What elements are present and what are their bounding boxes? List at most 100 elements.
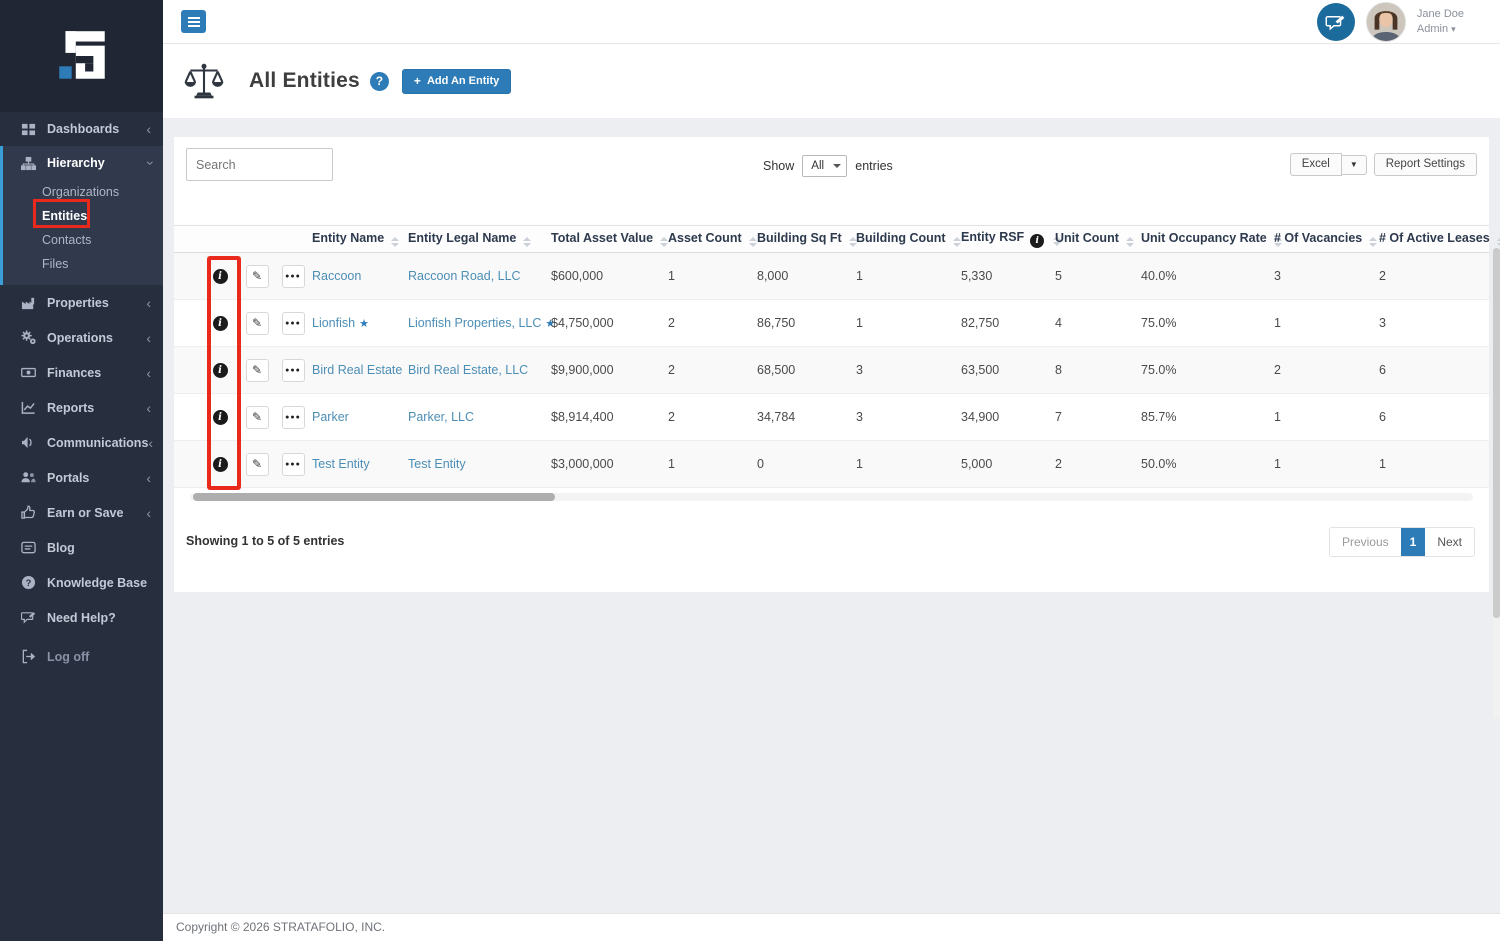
pencil-icon: ✎: [252, 269, 262, 283]
user-menu[interactable]: Jane Doe Admin ▾: [1417, 7, 1464, 37]
entity-more-button[interactable]: ●●●: [282, 406, 305, 429]
sidebar-item-label: Need Help?: [47, 611, 116, 625]
column-header-entity-legal-name[interactable]: Entity Legal Name: [408, 226, 551, 253]
column-header-entity-name[interactable]: Entity Name: [312, 226, 408, 253]
avatar-photo: [1367, 3, 1405, 41]
entity-info-button[interactable]: i: [213, 269, 228, 284]
previous-page-button[interactable]: Previous: [1330, 528, 1401, 556]
column-header-building-sq-ft[interactable]: Building Sq Ft: [757, 226, 856, 253]
active-leases-cell: 1: [1379, 441, 1489, 488]
unit-count-cell: 4: [1055, 300, 1141, 347]
total-asset-value-cell: $8,914,400: [551, 394, 668, 441]
entity-name-link[interactable]: Test Entity: [312, 457, 370, 471]
entity-name-link[interactable]: Lionfish: [312, 316, 355, 330]
current-page-button[interactable]: 1: [1401, 528, 1426, 556]
sidebar-item-knowledge-base[interactable]: ? Knowledge Base: [0, 565, 163, 600]
excel-dropdown-button[interactable]: ▼: [1341, 155, 1367, 175]
sidebar-item-reports[interactable]: Reports ‹: [0, 390, 163, 425]
sidebar-toggle-button[interactable]: [181, 10, 206, 33]
page-header: All Entities ? + Add An Entity: [163, 44, 1500, 118]
info-icon[interactable]: i: [1030, 234, 1044, 248]
entity-legal-name-link[interactable]: Bird Real Estate, LLC: [408, 363, 528, 377]
entity-edit-button[interactable]: ✎: [246, 453, 269, 476]
sidebar-item-files[interactable]: Files: [3, 252, 163, 276]
user-avatar[interactable]: [1366, 2, 1406, 42]
unit-occupancy-rate-cell: 85.7%: [1141, 394, 1274, 441]
entity-more-button[interactable]: ●●●: [282, 265, 305, 288]
sidebar-item-organizations[interactable]: Organizations: [3, 180, 163, 204]
entity-more-button[interactable]: ●●●: [282, 312, 305, 335]
help-icon[interactable]: ?: [370, 72, 389, 91]
sidebar-item-label: Log off: [47, 650, 89, 664]
column-header-unit-occupancy-rate[interactable]: Unit Occupancy Rate: [1141, 226, 1274, 253]
feedback-chat-button[interactable]: [1317, 3, 1355, 41]
asset-count-cell: 1: [668, 253, 757, 300]
chevron-left-icon: ‹: [146, 366, 151, 380]
asset-count-cell: 2: [668, 347, 757, 394]
app-logo[interactable]: [0, 0, 163, 112]
entity-name-link[interactable]: Parker: [312, 410, 349, 424]
vertical-scrollbar[interactable]: [1493, 248, 1500, 618]
sidebar-item-blog[interactable]: Blog: [0, 530, 163, 565]
entity-info-button[interactable]: i: [213, 457, 228, 472]
earn-or-save-icon: [20, 505, 37, 520]
next-page-button[interactable]: Next: [1425, 528, 1474, 556]
column-header-entity-rsf[interactable]: Entity RSFi: [961, 226, 1055, 253]
add-entity-button[interactable]: + Add An Entity: [402, 69, 511, 94]
column-header-building-count[interactable]: Building Count: [856, 226, 961, 253]
entity-edit-button[interactable]: ✎: [246, 406, 269, 429]
ellipsis-icon: ●●●: [285, 414, 301, 421]
stratafolio-logo-icon: [50, 25, 114, 87]
pencil-icon: ✎: [252, 410, 262, 424]
sidebar-item-label: Knowledge Base: [47, 576, 147, 590]
horizontal-scrollbar[interactable]: [193, 493, 555, 501]
sidebar-item-portals[interactable]: Portals ‹: [0, 460, 163, 495]
entity-name-link[interactable]: Bird Real Estate: [312, 363, 402, 377]
sidebar-item-finances[interactable]: Finances ‹: [0, 355, 163, 390]
sidebar-item-label: Earn or Save: [47, 506, 123, 520]
sidebar-item-earn-or-save[interactable]: Earn or Save ‹: [0, 495, 163, 530]
sidebar-group-hierarchy: Hierarchy ‹ Organizations Entities Conta…: [0, 146, 163, 285]
entity-more-button[interactable]: ●●●: [282, 359, 305, 382]
sub-item-label: Files: [42, 257, 68, 271]
sidebar-item-need-help[interactable]: Need Help?: [0, 600, 163, 635]
chevron-left-icon: ‹: [146, 506, 151, 520]
entity-legal-name-link[interactable]: Lionfish Properties, LLC: [408, 316, 541, 330]
sidebar-item-log-off[interactable]: Log off: [0, 639, 163, 674]
entity-legal-name-link[interactable]: Test Entity: [408, 457, 466, 471]
asset-count-cell: 1: [668, 441, 757, 488]
vertical-scrollbar-track[interactable]: [1493, 248, 1500, 718]
report-settings-button[interactable]: Report Settings: [1374, 153, 1477, 176]
column-header-total-asset-value[interactable]: Total Asset Value: [551, 226, 668, 253]
column-header-vacancies[interactable]: # Of Vacancies: [1274, 226, 1379, 253]
entity-edit-button[interactable]: ✎: [246, 312, 269, 335]
search-input[interactable]: [186, 148, 333, 181]
sidebar-item-hierarchy[interactable]: Hierarchy ‹: [3, 146, 163, 180]
entity-info-button[interactable]: i: [213, 363, 228, 378]
entity-edit-button[interactable]: ✎: [246, 359, 269, 382]
entity-more-button[interactable]: ●●●: [282, 453, 305, 476]
show-entries-select[interactable]: All: [802, 155, 847, 177]
entity-legal-name-link[interactable]: Raccoon Road, LLC: [408, 269, 521, 283]
entity-info-button[interactable]: i: [213, 410, 228, 425]
sidebar-item-dashboards[interactable]: Dashboards ‹: [0, 112, 163, 146]
entity-name-link[interactable]: Raccoon: [312, 269, 361, 283]
sidebar-item-operations[interactable]: Operations ‹: [0, 320, 163, 355]
column-header-unit-count[interactable]: Unit Count: [1055, 226, 1141, 253]
sidebar-item-contacts[interactable]: Contacts: [3, 228, 163, 252]
log-off-icon: [20, 649, 37, 664]
total-asset-value-cell: $9,900,000: [551, 347, 668, 394]
chevron-down-icon: ▾: [1451, 24, 1456, 34]
column-header-active-leases[interactable]: # Of Active Leases: [1379, 226, 1489, 253]
sidebar-item-entities[interactable]: Entities: [3, 204, 163, 228]
sidebar-item-communications[interactable]: Communications ‹: [0, 425, 163, 460]
entity-info-button[interactable]: i: [213, 316, 228, 331]
horizontal-scrollbar-track[interactable]: [190, 493, 1473, 501]
sub-item-label: Contacts: [42, 233, 91, 247]
entities-card: Show All entries Excel ▼ Report Settings: [174, 137, 1489, 592]
sidebar-item-properties[interactable]: Properties ‹: [0, 285, 163, 320]
column-header-asset-count[interactable]: Asset Count: [668, 226, 757, 253]
excel-export-button[interactable]: Excel: [1290, 153, 1342, 176]
entity-legal-name-link[interactable]: Parker, LLC: [408, 410, 474, 424]
entity-edit-button[interactable]: ✎: [246, 265, 269, 288]
